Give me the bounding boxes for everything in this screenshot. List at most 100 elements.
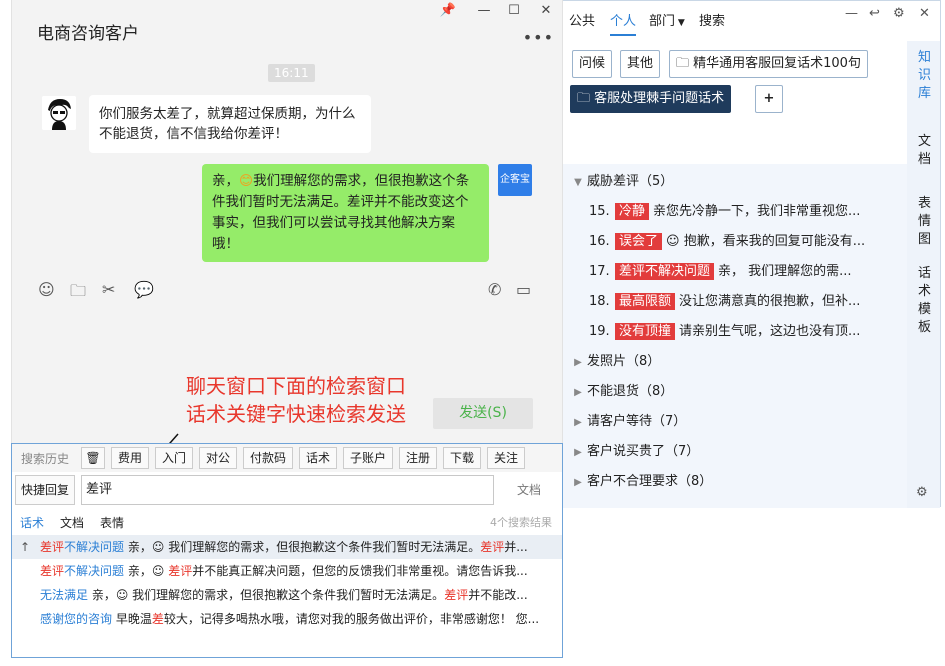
send-button[interactable]: 发送(S) (433, 398, 533, 429)
emoji-icon[interactable]: ☺ (38, 280, 55, 299)
category-label: 请客户等待（7） (587, 414, 687, 429)
result-text: 我们理解您的需求，但很抱歉这个条件我们暂时无法满足。 (128, 588, 445, 602)
tab-department[interactable]: 部门 ▼ (649, 10, 685, 29)
script-item[interactable]: 17. 差评不解决问题 亲， 我们理解您的需... (589, 257, 901, 287)
difficult-scripts-folder[interactable]: 🗀 客服处理棘手问题话术 (570, 85, 732, 113)
folder-icon: 🗀 (577, 91, 595, 106)
category-collapsed[interactable]: ▶ 请客户等待（7） (569, 407, 904, 437)
quick-reply-button[interactable]: 快捷回复 (15, 475, 75, 505)
tab-public[interactable]: 公共 (569, 10, 595, 29)
vtab-knowledge[interactable]: 知识库 (918, 49, 932, 103)
settings-icon[interactable]: ⚙ (893, 6, 905, 21)
tab-emoji[interactable]: 表情 (100, 514, 124, 531)
chip-1[interactable]: 入门 (155, 447, 193, 469)
search-result[interactable]: 无法满足 亲，☺ 我们理解您的需求，但很抱歉这个条件我们暂时无法满足。差评并不能… (12, 583, 562, 607)
result-highlight: 差评 (168, 564, 193, 578)
chat-history-icon[interactable]: 💬 (134, 280, 154, 299)
return-icon[interactable]: ↩ (869, 6, 880, 21)
chat-title: 电商咨询客户 (37, 24, 139, 44)
result-tag-highlight: 差评 (40, 564, 65, 578)
tab-department-label: 部门 (649, 14, 676, 29)
customer-message-bubble: 你们服务太差了，就算超过保质期，为什么不能退货，信不信我给你差评！ (89, 95, 371, 153)
settings-icon[interactable]: ⚙ (916, 485, 928, 500)
vtab-docs[interactable]: 文档 (918, 133, 932, 169)
chip-3[interactable]: 付款码 (243, 447, 293, 469)
tab-scripts[interactable]: 话术 (20, 514, 44, 531)
tab-search[interactable]: 搜索 (699, 10, 725, 29)
vtab-emoji[interactable]: 表情图 (918, 195, 932, 249)
search-result[interactable]: ↑ 差评不解决问题 亲，☺ 我们理解您的需求，但很抱歉这个条件我们暂时无法满足。… (12, 535, 562, 559)
script-item[interactable]: 16. 误会了 ☺ 抱歉，看来我的回复可能没有... (589, 227, 901, 257)
chip-7[interactable]: 下载 (443, 447, 481, 469)
result-text: 并... (504, 540, 528, 554)
more-options-icon[interactable]: ••• (523, 28, 554, 47)
item-text: 亲， 我们理解您的需... (718, 264, 852, 279)
search-result[interactable]: 差评不解决问题 亲，☺ 差评并不能真正解决问题，但您的反馈我们非常重视。请您告诉… (12, 559, 562, 583)
annotation-text: 聊天窗口下面的检索窗口 话术关键字快速检索发送 (186, 372, 406, 428)
chip-0[interactable]: 费用 (111, 447, 149, 469)
result-highlight: 差评 (480, 540, 505, 554)
chevron-right-icon: ▶ (574, 447, 582, 458)
close-icon[interactable]: ✕ (536, 3, 556, 18)
item-tag: 误会了 (615, 233, 663, 250)
item-number: 18. (589, 294, 610, 309)
maximize-icon[interactable]: ☐ (504, 3, 524, 18)
result-highlight: 差评 (444, 588, 469, 602)
phone-icon[interactable]: ✆ (488, 280, 501, 299)
category-collapsed[interactable]: ▶ 客户说买贵了（7） (569, 437, 904, 467)
tab-docs[interactable]: 文档 (60, 514, 84, 531)
result-tag-highlight: 差评 (40, 540, 65, 554)
script-item[interactable]: 19. 没有顶撞 请亲别生气呢，这边也没有顶... (589, 317, 901, 347)
chip-5[interactable]: 子账户 (343, 447, 393, 469)
minimize-icon[interactable]: — (845, 6, 858, 21)
other-button[interactable]: 其他 (620, 50, 661, 78)
vertical-tab-bar: 知识库 文档 表情图 话术模板 ⚙ (907, 41, 940, 508)
video-icon[interactable]: ▭ (516, 280, 531, 299)
add-button[interactable]: + (755, 85, 783, 113)
item-text: 没让您满意真的很抱歉，但补... (679, 294, 861, 309)
item-text: 抱歉，看来我的回复可能没有... (679, 234, 866, 249)
folder-icon[interactable]: 🗀 (70, 280, 86, 307)
item-tag: 最高限额 (615, 293, 676, 310)
pin-icon[interactable]: 📌 (438, 3, 458, 18)
script-item[interactable]: 15. 冷静 亲您先冷静一下，我们非常重视您... (589, 197, 901, 227)
smile-emoji-icon: ☺ (151, 564, 165, 578)
message-time: 16:11 (268, 64, 315, 82)
search-history-label[interactable]: 搜索历史 (21, 450, 69, 467)
folder-icon: 🗀 (676, 56, 694, 71)
category-collapsed[interactable]: ▶ 发照片（8） (569, 347, 904, 377)
category-open[interactable]: ▼ 威胁差评（5） (569, 167, 904, 197)
close-icon[interactable]: ✕ (919, 6, 930, 21)
folder-label: 客服处理棘手问题话术 (594, 91, 725, 106)
minimize-icon[interactable]: — (474, 3, 494, 18)
agent-message-prefix: 亲， (212, 173, 239, 189)
chevron-right-icon: ▶ (574, 477, 582, 488)
result-highlight: 差 (151, 612, 164, 626)
doc-button[interactable]: 文档 (500, 475, 558, 505)
result-text: 并不能改... (468, 588, 528, 602)
result-text: 我们理解您的需求，但很抱歉这个条件我们暂时无法满足。 (164, 540, 481, 554)
chip-2[interactable]: 对公 (199, 447, 237, 469)
vtab-templates[interactable]: 话术模板 (918, 265, 932, 337)
tab-personal[interactable]: 个人 (610, 10, 637, 36)
scissors-icon[interactable]: ✂ (102, 280, 115, 299)
item-text: 请亲别生气呢，这边也没有顶... (679, 324, 861, 339)
chip-8[interactable]: 关注 (487, 447, 525, 469)
agent-avatar-badge: 企客宝 (498, 164, 532, 196)
category-collapsed[interactable]: ▶ 客户不合理要求（8） (569, 467, 904, 497)
chip-6[interactable]: 注册 (399, 447, 437, 469)
knowledge-panel: 公共 个人 部门 ▼ 搜索 — ↩ ⚙ ✕ 问候 其他 🗀 精华通用客服回复话术… (563, 0, 941, 508)
script-item[interactable]: 18. 最高限额 没让您满意真的很抱歉，但补... (589, 287, 901, 317)
item-text: 亲您先冷静一下，我们非常重视您... (653, 204, 861, 219)
customer-avatar[interactable] (42, 96, 76, 130)
essential-scripts-folder[interactable]: 🗀 精华通用客服回复话术100句 (669, 50, 868, 78)
search-result[interactable]: 感谢您的咨询 早晚温差较大，记得多喝热水哦，请您对我的服务做出评价，非常感谢您！… (12, 607, 562, 631)
chip-4[interactable]: 话术 (299, 447, 337, 469)
category-collapsed[interactable]: ▶ 不能退货（8） (569, 377, 904, 407)
annotation-line2: 话术关键字快速检索发送 (186, 402, 406, 426)
greeting-button[interactable]: 问候 (572, 50, 613, 78)
trash-icon[interactable]: 🗑 (81, 447, 105, 469)
search-input[interactable]: 差评 (81, 475, 494, 505)
result-text: 亲， (88, 588, 116, 602)
result-tag: 感谢您的咨询 (40, 612, 113, 626)
